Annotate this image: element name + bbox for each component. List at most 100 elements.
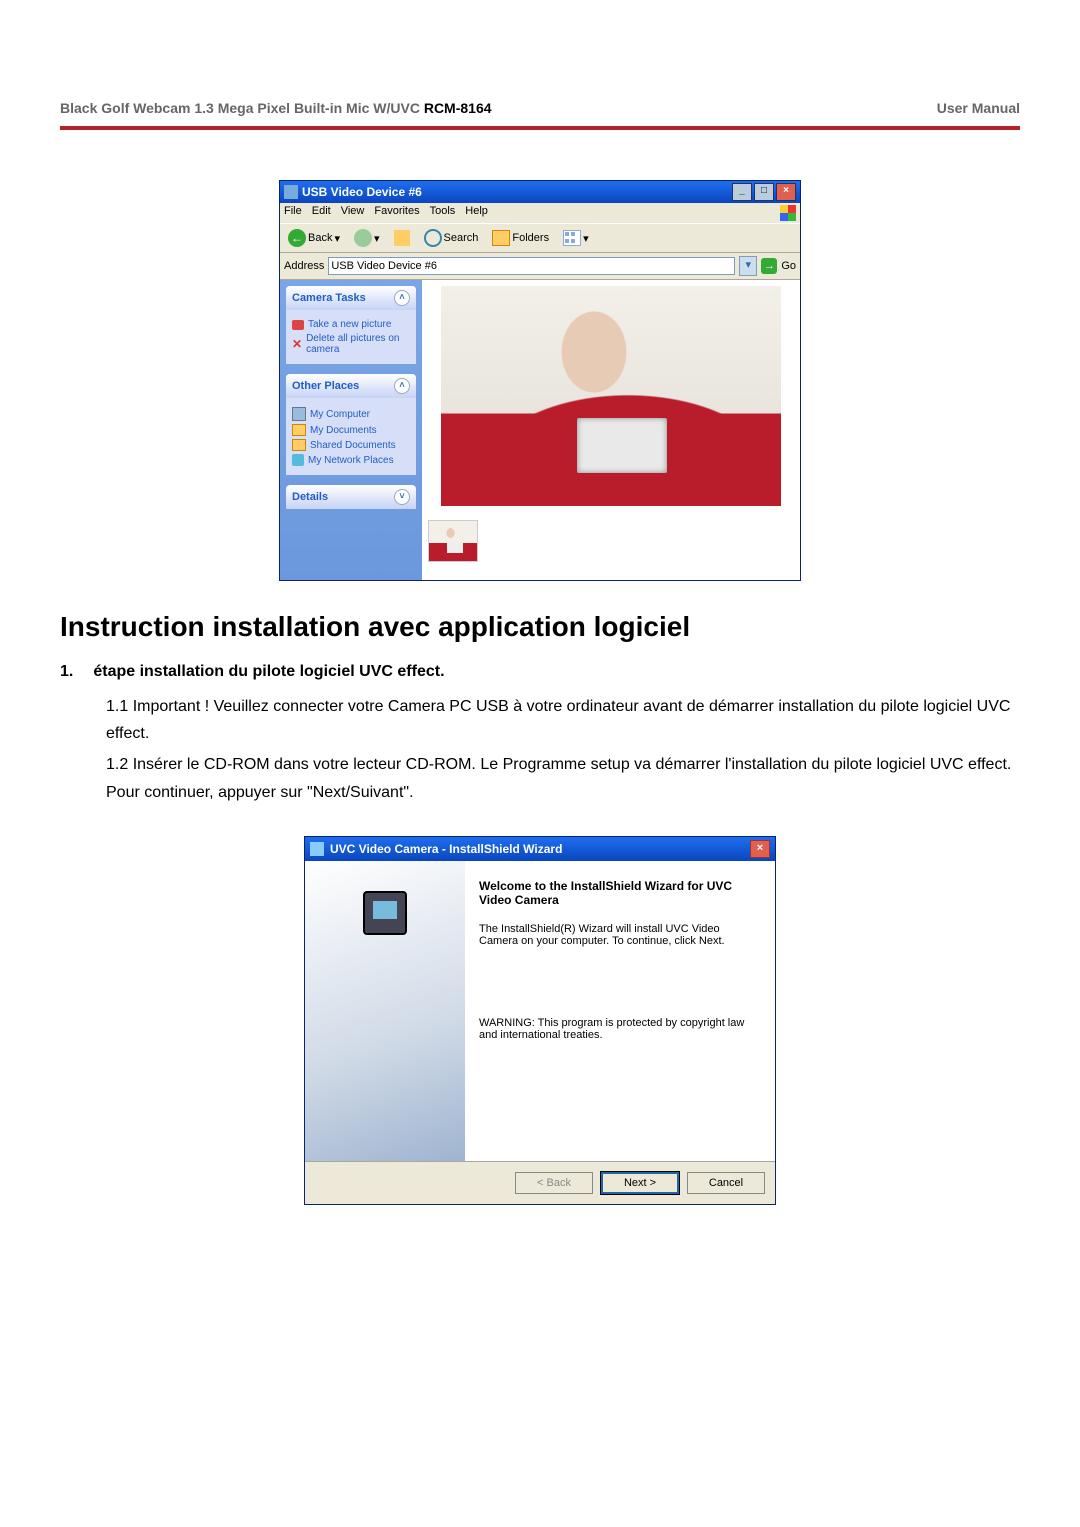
computer-icon bbox=[363, 891, 407, 935]
wizard-footer: < Back Next > Cancel bbox=[305, 1161, 775, 1204]
address-bar: Address ▾ → Go bbox=[280, 253, 800, 280]
link-label: Delete all pictures on camera bbox=[306, 333, 410, 355]
wizard-description: The InstallShield(R) Wizard will install… bbox=[479, 923, 761, 947]
up-button[interactable] bbox=[390, 228, 414, 248]
menu-edit[interactable]: Edit bbox=[312, 205, 331, 221]
webcam-preview-image bbox=[441, 286, 781, 506]
delete-pictures-link[interactable]: ✕ Delete all pictures on camera bbox=[292, 333, 410, 355]
folder-up-icon bbox=[394, 230, 410, 246]
my-computer-link[interactable]: My Computer bbox=[292, 407, 410, 421]
views-button[interactable]: ▾ bbox=[559, 228, 593, 248]
back-button[interactable]: ← Back ▾ bbox=[284, 227, 344, 249]
wizard-cancel-button[interactable]: Cancel bbox=[687, 1172, 765, 1194]
camera-tasks-header[interactable]: Camera Tasks ˄ bbox=[286, 286, 416, 310]
link-label: Take a new picture bbox=[308, 319, 391, 330]
menu-favorites[interactable]: Favorites bbox=[374, 205, 419, 221]
link-label: My Network Places bbox=[308, 455, 394, 466]
wizard-warning: WARNING: This program is protected by co… bbox=[479, 1017, 761, 1041]
paragraph-1-1: 1.1 Important ! Veuillez connecter votre… bbox=[106, 693, 1020, 747]
other-places-header[interactable]: Other Places ˄ bbox=[286, 374, 416, 398]
details-header[interactable]: Details ˅ bbox=[286, 485, 416, 509]
xp-titlebar: USB Video Device #6 _ □ × bbox=[280, 181, 800, 203]
wizard-body: Welcome to the InstallShield Wizard for … bbox=[305, 861, 775, 1161]
step-number: 1. bbox=[60, 663, 73, 681]
xp-window: USB Video Device #6 _ □ × File Edit View… bbox=[279, 180, 801, 581]
my-documents-link[interactable]: My Documents bbox=[292, 424, 410, 436]
step-1-body: 1.1 Important ! Veuillez connecter votre… bbox=[106, 693, 1020, 806]
wizard-title: UVC Video Camera - InstallShield Wizard bbox=[330, 842, 750, 856]
window-title: USB Video Device #6 bbox=[302, 185, 730, 199]
side-panel: Camera Tasks ˄ Take a new picture ✕ Dele… bbox=[280, 280, 422, 580]
installer-icon bbox=[310, 842, 324, 856]
other-places-title: Other Places bbox=[292, 380, 359, 392]
wizard-welcome-heading: Welcome to the InstallShield Wizard for … bbox=[479, 879, 761, 907]
menu-tools[interactable]: Tools bbox=[430, 205, 456, 221]
close-button[interactable]: × bbox=[776, 183, 796, 201]
camera-tasks-group: Camera Tasks ˄ Take a new picture ✕ Dele… bbox=[286, 286, 416, 364]
address-dropdown[interactable]: ▾ bbox=[739, 256, 757, 276]
search-button[interactable]: Search bbox=[420, 227, 483, 249]
views-icon bbox=[563, 230, 581, 246]
webcam-thumbnail[interactable] bbox=[428, 520, 478, 562]
camera-icon bbox=[284, 185, 298, 199]
back-label: Back bbox=[308, 232, 332, 244]
network-places-link[interactable]: My Network Places bbox=[292, 454, 410, 466]
link-label: My Computer bbox=[310, 409, 370, 420]
details-title: Details bbox=[292, 491, 328, 503]
toolbar: ← Back ▾ ▾ Search Folders bbox=[280, 223, 800, 253]
page-header: Black Golf Webcam 1.3 Mega Pixel Built-i… bbox=[60, 100, 1020, 126]
step-title: étape installation du pilote logiciel UV… bbox=[93, 663, 444, 681]
forward-button[interactable]: ▾ bbox=[350, 227, 384, 249]
expand-icon[interactable]: ˅ bbox=[394, 489, 410, 505]
shared-documents-link[interactable]: Shared Documents bbox=[292, 439, 410, 451]
address-label: Address bbox=[284, 260, 324, 272]
chevron-down-icon: ▾ bbox=[334, 232, 340, 245]
details-group: Details ˅ bbox=[286, 485, 416, 509]
network-icon bbox=[292, 454, 304, 466]
search-label: Search bbox=[444, 232, 479, 244]
folder-icon bbox=[292, 424, 306, 436]
camera-tasks-title: Camera Tasks bbox=[292, 292, 366, 304]
wizard-back-button: < Back bbox=[515, 1172, 593, 1194]
wizard-titlebar: UVC Video Camera - InstallShield Wizard … bbox=[305, 837, 775, 861]
back-icon: ← bbox=[288, 229, 306, 247]
content-area bbox=[422, 280, 800, 580]
header-model: RCM-8164 bbox=[424, 100, 492, 116]
manual-page: Black Golf Webcam 1.3 Mega Pixel Built-i… bbox=[0, 0, 1080, 1295]
wizard-screenshot: UVC Video Camera - InstallShield Wizard … bbox=[60, 836, 1020, 1205]
other-places-group: Other Places ˄ My Computer My Documents bbox=[286, 374, 416, 475]
menu-help[interactable]: Help bbox=[465, 205, 488, 221]
explorer-body: Camera Tasks ˄ Take a new picture ✕ Dele… bbox=[280, 280, 800, 580]
wizard-sidebar-image bbox=[305, 861, 465, 1161]
take-picture-link[interactable]: Take a new picture bbox=[292, 319, 410, 330]
explorer-screenshot: USB Video Device #6 _ □ × File Edit View… bbox=[60, 180, 1020, 581]
folder-icon bbox=[292, 439, 306, 451]
minimize-button[interactable]: _ bbox=[732, 183, 752, 201]
folders-icon bbox=[492, 230, 510, 246]
header-underline bbox=[60, 126, 1020, 130]
folders-button[interactable]: Folders bbox=[488, 228, 553, 248]
collapse-icon[interactable]: ˄ bbox=[394, 378, 410, 394]
address-input[interactable] bbox=[328, 257, 735, 275]
delete-icon: ✕ bbox=[292, 337, 302, 351]
link-label: Shared Documents bbox=[310, 440, 396, 451]
windows-logo-icon bbox=[780, 205, 796, 221]
collapse-icon[interactable]: ˄ bbox=[394, 290, 410, 306]
maximize-button[interactable]: □ bbox=[754, 183, 774, 201]
search-icon bbox=[424, 229, 442, 247]
step-1-heading: 1. étape installation du pilote logiciel… bbox=[60, 663, 1020, 681]
menu-file[interactable]: File bbox=[284, 205, 302, 221]
wizard-next-button[interactable]: Next > bbox=[601, 1172, 679, 1194]
wizard-content: Welcome to the InstallShield Wizard for … bbox=[465, 861, 775, 1161]
go-button[interactable]: → bbox=[761, 258, 777, 274]
link-label: My Documents bbox=[310, 425, 377, 436]
chevron-down-icon: ▾ bbox=[374, 232, 380, 245]
header-text-gray: Black Golf Webcam 1.3 Mega Pixel Built-i… bbox=[60, 100, 424, 116]
wizard-close-button[interactable]: × bbox=[750, 840, 770, 858]
menu-view[interactable]: View bbox=[341, 205, 365, 221]
menu-bar: File Edit View Favorites Tools Help bbox=[280, 203, 800, 223]
installshield-window: UVC Video Camera - InstallShield Wizard … bbox=[304, 836, 776, 1205]
computer-icon bbox=[292, 407, 306, 421]
chevron-down-icon: ▾ bbox=[583, 232, 589, 245]
section-heading: Instruction installation avec applicatio… bbox=[60, 611, 1020, 643]
